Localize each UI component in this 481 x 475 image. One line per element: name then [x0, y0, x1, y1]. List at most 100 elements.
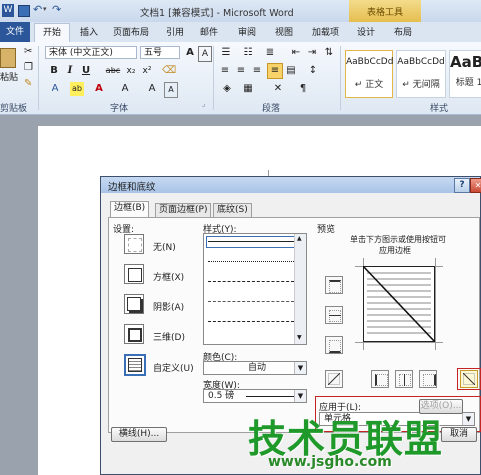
chevron-down-icon[interactable]: ▾ [43, 5, 47, 13]
setting-custom-button[interactable] [124, 354, 146, 376]
top-border-button[interactable] [325, 276, 343, 294]
inside-vertical-line [404, 374, 405, 386]
grow-font-icon[interactable]: A [184, 46, 196, 60]
underline-icon[interactable]: U [80, 64, 92, 78]
paragraph-group-label: 段落 [262, 104, 281, 114]
inside-vertical-button[interactable] [395, 370, 413, 388]
highlight-icon[interactable]: ab [70, 82, 84, 96]
decrease-indent-icon[interactable]: ⇤ [289, 46, 303, 60]
width-select[interactable]: 0.5 磅 ▼ [203, 389, 307, 403]
horizontal-line-button[interactable]: 横线(H)... [111, 427, 167, 442]
border-style-list[interactable]: ▲ ▼ [203, 233, 307, 345]
none-preview-icon [128, 238, 142, 252]
style-normal[interactable]: AaBbCcDd ↵ 正文 [345, 50, 393, 98]
box-preview-icon [128, 268, 142, 282]
right-border-button[interactable] [419, 370, 437, 388]
bold-icon[interactable]: B [48, 64, 60, 78]
chevron-down-icon[interactable]: ▼ [294, 390, 306, 402]
shrink-font-icon[interactable]: A [120, 82, 130, 96]
style-long-dash-line[interactable] [208, 301, 294, 302]
right-border-icon [423, 374, 436, 386]
paste-icon[interactable] [0, 48, 16, 68]
paragraph-mark-icon[interactable]: ¶ [296, 82, 310, 96]
dialog-launcher-icon[interactable]: ⌟ [202, 100, 205, 108]
tab-home[interactable]: 开始 [34, 23, 71, 44]
tab-design[interactable]: 设计 [357, 25, 375, 41]
bullets-icon[interactable]: ☰ [219, 46, 233, 60]
tab-file[interactable]: 文件 [0, 22, 30, 42]
copy-icon[interactable]: ❐ [24, 62, 33, 73]
tab-shading[interactable]: 底纹(S) [213, 203, 252, 217]
tab-page-border[interactable]: 页面边框(P) [155, 203, 212, 217]
inside-horizontal-button[interactable] [325, 306, 343, 324]
setting-none-button[interactable] [124, 234, 144, 254]
setting-3d-button[interactable] [124, 324, 144, 344]
save-icon[interactable] [18, 5, 30, 17]
font-name-combo[interactable]: 宋体 (中文正文) [45, 46, 137, 59]
tab-page-layout[interactable]: 页面布局 [113, 25, 149, 41]
setting-box-button[interactable] [124, 264, 144, 284]
format-painter-icon[interactable]: ✎ [24, 78, 32, 89]
left-border-button[interactable] [371, 370, 389, 388]
style-no-spacing[interactable]: AaBbCcDd ↵ 无间隔 [396, 50, 446, 98]
setting-shadow-button[interactable] [124, 294, 144, 314]
tab-mailings[interactable]: 邮件 [200, 25, 218, 41]
style-dashed-line[interactable] [208, 281, 294, 282]
tab-review[interactable]: 审阅 [238, 25, 256, 41]
italic-icon[interactable]: I [64, 64, 76, 78]
tab-addins[interactable]: 加载项 [312, 25, 339, 41]
align-center-icon[interactable]: ≡ [235, 64, 247, 78]
font-color-icon[interactable]: A [92, 82, 106, 96]
help-button[interactable]: ? [454, 178, 470, 193]
bottom-border-button[interactable] [325, 336, 343, 354]
strikethrough-icon[interactable]: abc [104, 64, 122, 78]
style-dotted-line[interactable] [208, 261, 294, 262]
align-left-icon[interactable]: ≡ [219, 64, 231, 78]
multilevel-list-icon[interactable]: ≣ [263, 46, 277, 60]
diagonal-down-button[interactable] [460, 370, 478, 388]
numbering-icon[interactable]: ☷ [241, 46, 255, 60]
subscript-icon[interactable]: x₂ [124, 64, 138, 78]
chinese-layout-icon[interactable]: ✕ [271, 82, 285, 96]
font-size-combo[interactable]: 五号 [140, 46, 180, 59]
style-solid-line[interactable] [208, 241, 294, 242]
color-select[interactable]: 自动 ▼ [203, 361, 307, 375]
text-effect-icon[interactable]: A [48, 82, 62, 96]
diagonal-up-icon [328, 373, 340, 385]
sort-icon[interactable]: ⇅ [322, 46, 336, 60]
chevron-down-icon[interactable]: ▼ [294, 362, 306, 374]
undo-icon[interactable]: ↶ [33, 3, 42, 16]
scroll-down-icon[interactable]: ▼ [297, 334, 302, 341]
style-dash-dot-line[interactable] [208, 321, 294, 322]
cut-icon[interactable]: ✂ [24, 46, 32, 57]
line-spacing-icon[interactable]: ↕ [305, 64, 321, 78]
tab-references[interactable]: 引用 [166, 25, 184, 41]
tab-layout[interactable]: 布局 [394, 25, 412, 41]
distributed-icon[interactable]: ▤ [285, 64, 297, 78]
char-border-icon[interactable]: A [198, 46, 212, 62]
increase-indent-icon[interactable]: ⇥ [305, 46, 319, 60]
border-preview-area[interactable] [355, 258, 443, 350]
scroll-up-icon[interactable]: ▲ [297, 235, 302, 242]
tab-view[interactable]: 视图 [275, 25, 293, 41]
justify-icon[interactable]: ≡ [267, 63, 283, 79]
superscript-icon[interactable]: x² [140, 64, 154, 78]
preview-cell [363, 266, 435, 342]
paste-label[interactable]: 粘贴 [0, 70, 18, 83]
ribbon: 粘贴 ✂ ❐ ✎ 剪贴板 宋体 (中文正文) 五号 A A B I U abc … [0, 42, 481, 115]
change-case-icon[interactable]: A [146, 82, 158, 96]
close-button[interactable]: ✕ [470, 178, 481, 193]
chevron-down-icon[interactable]: ▼ [462, 413, 474, 425]
enclose-char-icon[interactable]: A [164, 82, 178, 98]
redo-icon[interactable]: ↷ [52, 3, 61, 16]
diagonal-up-button[interactable] [325, 370, 343, 388]
cancel-button[interactable]: 取消 [441, 427, 477, 442]
borders-icon[interactable]: ▦ [241, 82, 255, 96]
align-right-icon[interactable]: ≡ [251, 64, 263, 78]
tab-insert[interactable]: 插入 [80, 25, 98, 41]
tab-borders[interactable]: 边框(B) [110, 201, 150, 218]
clear-format-icon[interactable]: ⌫ [162, 64, 176, 78]
style-list-scrollbar[interactable]: ▲ ▼ [294, 234, 306, 344]
shading-icon[interactable]: ◈ [219, 82, 235, 96]
style-heading-1[interactable]: AaBb 标题 1 [449, 50, 481, 98]
